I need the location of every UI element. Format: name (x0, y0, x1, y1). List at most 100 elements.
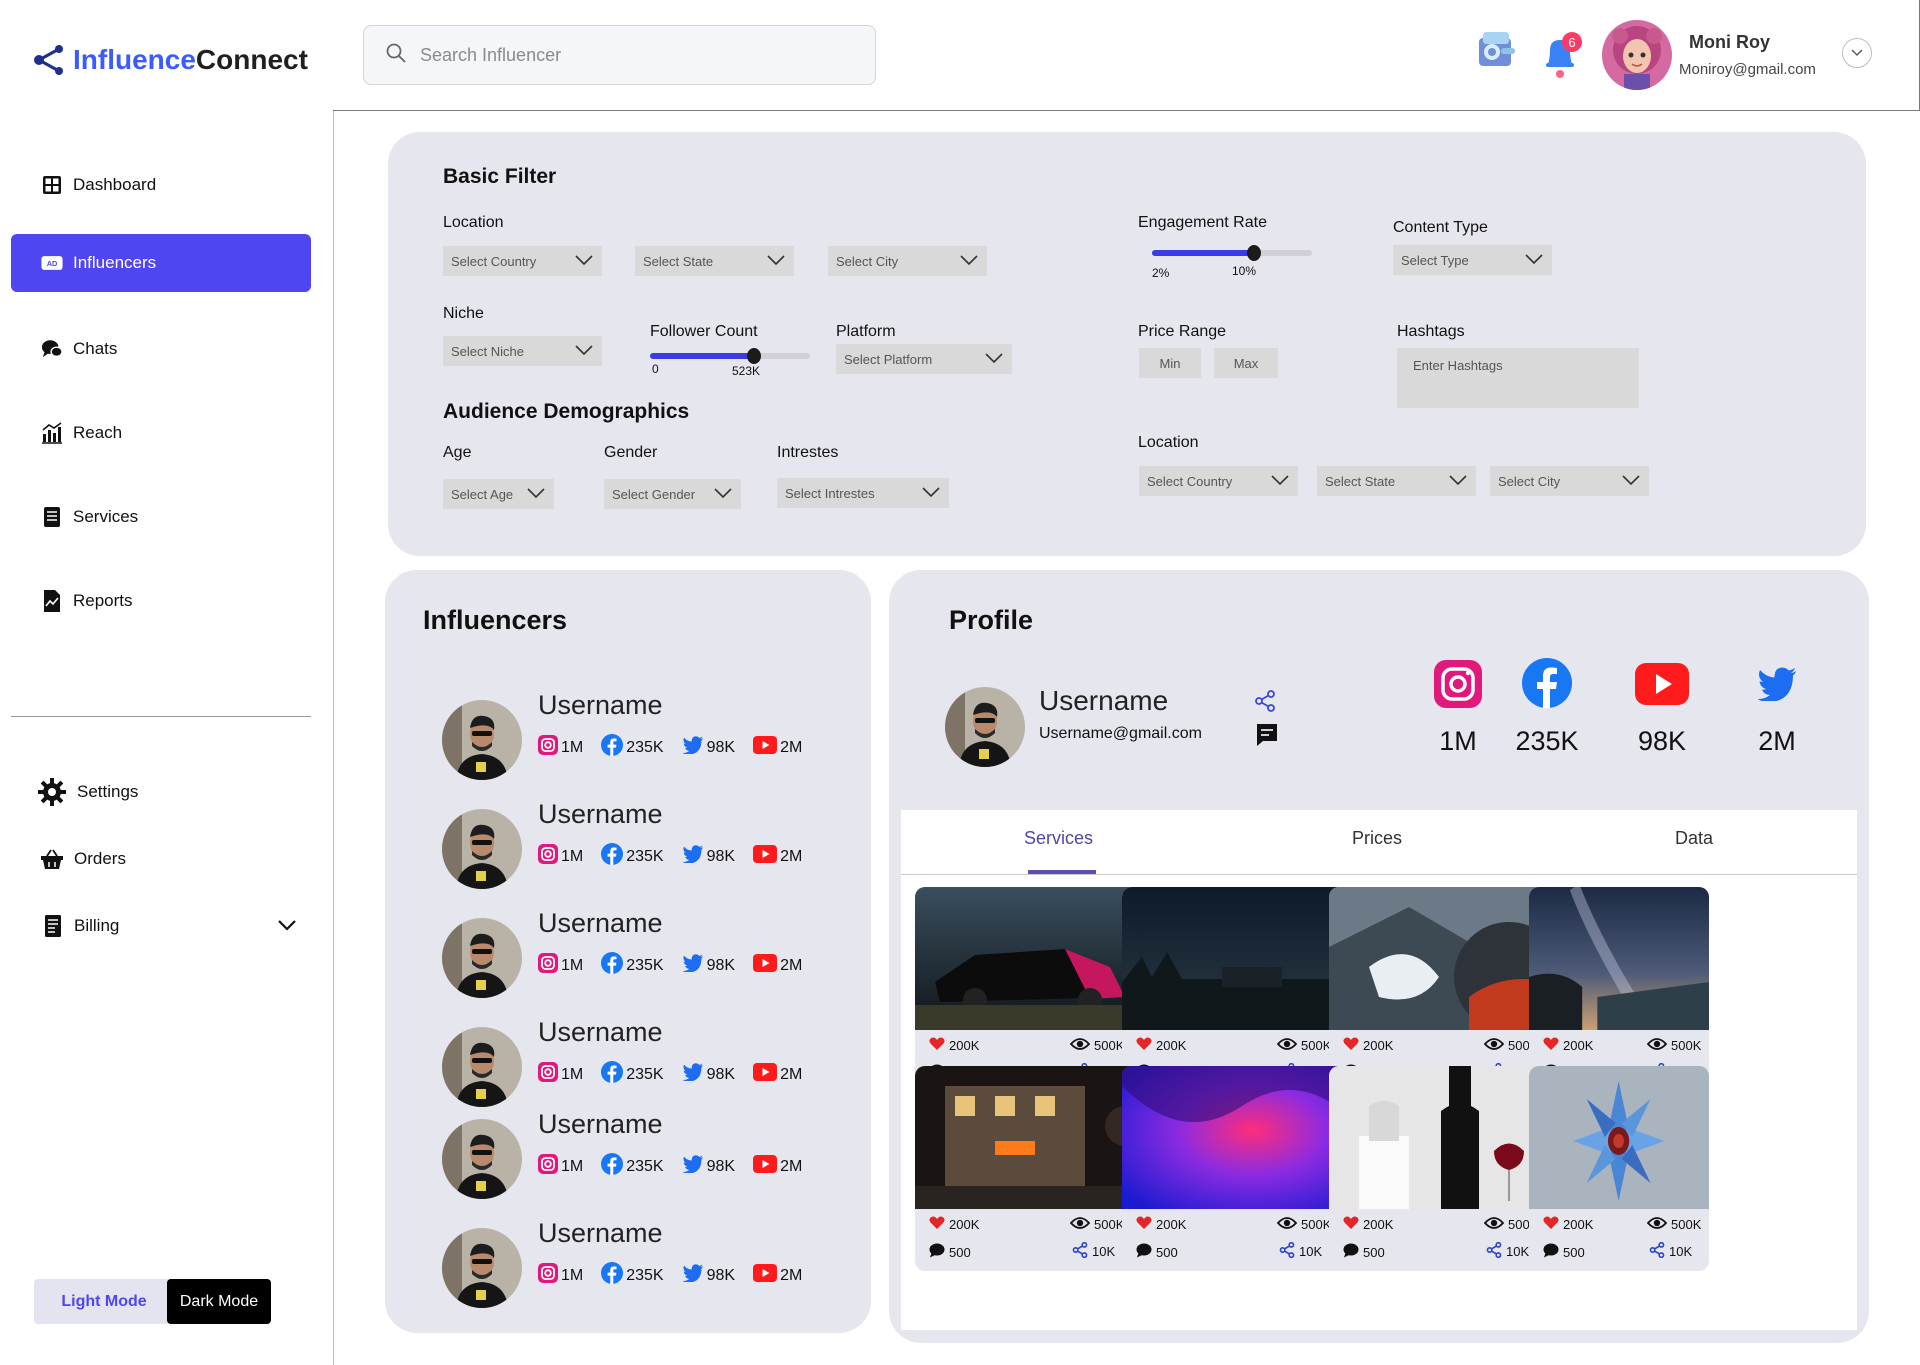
select-value: Select State (1325, 473, 1396, 489)
reach-icon (41, 422, 63, 444)
influencer-row[interactable]: Username 1M 235K 98K 2M (442, 1109, 862, 1199)
sidebar-item-reach[interactable]: Reach (11, 404, 311, 462)
instagram-stat: 1M (538, 1154, 583, 1179)
bell-icon[interactable]: 6 (1540, 32, 1582, 85)
post-card[interactable]: 200K500K50010K (1529, 887, 1709, 1092)
slider-handle[interactable] (1247, 245, 1262, 261)
user-avatar[interactable] (1602, 20, 1672, 90)
gender-select[interactable]: Select Gender (604, 479, 741, 509)
facebook-count: 235K (626, 738, 664, 756)
influencer-row[interactable]: Username 1M 235K 98K 2M (442, 1017, 862, 1107)
app-title-prefix: Influence (73, 44, 196, 75)
instagram-count: 1M (561, 847, 584, 865)
post-card[interactable]: 200K500K50010K (1122, 1066, 1359, 1271)
search-bar[interactable] (363, 25, 876, 85)
sidebar-item-orders[interactable]: Orders (11, 830, 311, 888)
facebook-count: 235K (626, 1065, 664, 1083)
chevron-down-icon (1524, 253, 1544, 268)
sidebar-item-chats[interactable]: Chats (11, 320, 311, 378)
post-card[interactable]: 200K500K50010K (1529, 1066, 1709, 1271)
dark-mode-button[interactable]: Dark Mode (167, 1279, 271, 1324)
share-icon[interactable] (1254, 690, 1276, 717)
likes-stat: 200K (1343, 1037, 1393, 1054)
influencer-stats: 1M 235K 98K 2M (538, 1153, 820, 1180)
post-card[interactable]: 200K500K50010K (1122, 887, 1359, 1092)
comments-count: 500 (949, 1244, 971, 1260)
select-value: Select Niche (451, 343, 524, 359)
sidebar-item-influencers[interactable]: AD Influencers (11, 234, 311, 292)
message-icon[interactable] (1256, 723, 1278, 752)
platform-select[interactable]: Select Platform (836, 344, 1012, 374)
profile-twitter-count: 2M (1758, 726, 1796, 756)
sidebar-item-label: Orders (74, 849, 126, 868)
influencer-row[interactable]: Username 1M 235K 98K 2M (442, 690, 862, 780)
audience-state-select[interactable]: Select State (1317, 466, 1476, 496)
follower-count-slider[interactable] (650, 348, 810, 364)
inbox-icon[interactable] (1473, 28, 1519, 77)
content-type-select[interactable]: Select Type (1393, 245, 1552, 275)
influencer-stats: 1M 235K 98K 2M (538, 1061, 820, 1088)
share-icon (1072, 1241, 1088, 1261)
influencer-row[interactable]: Username 1M 235K 98K 2M (442, 1218, 862, 1308)
price-max-input[interactable]: Max (1214, 348, 1278, 378)
app-logo[interactable]: InfluenceConnect (33, 44, 308, 76)
audience-city-select[interactable]: Select City (1490, 466, 1649, 496)
comment-icon (1543, 1243, 1559, 1261)
search-input[interactable] (420, 44, 840, 66)
heart-icon (929, 1216, 945, 1233)
influencers-title: Influencers (423, 605, 568, 635)
tab-prices[interactable]: Prices (1352, 828, 1402, 849)
influencer-row[interactable]: Username 1M 235K 98K 2M (442, 799, 862, 889)
twitter-count: 98K (706, 1157, 736, 1175)
country-select[interactable]: Select Country (443, 246, 602, 276)
tab-data[interactable]: Data (1675, 828, 1713, 849)
price-min-input[interactable]: Min (1139, 348, 1201, 378)
engagement-rate-slider[interactable] (1152, 245, 1312, 261)
twitter-stat: 98K (682, 1155, 735, 1178)
facebook-icon (601, 843, 624, 870)
twitter-icon[interactable] (1757, 667, 1797, 706)
heart-icon (1136, 1216, 1152, 1233)
post-card[interactable]: 200K500K50010K (915, 1066, 1152, 1271)
platform-label: Platform (836, 323, 896, 340)
twitter-stat: 98K (682, 845, 735, 868)
tab-services[interactable]: Services (1024, 828, 1093, 849)
likes-stat: 200K (1136, 1037, 1186, 1054)
influencer-row[interactable]: Username 1M 235K 98K 2M (442, 908, 862, 998)
engagement-min: 2% (1152, 266, 1170, 280)
user-menu-button[interactable] (1842, 38, 1872, 68)
facebook-stat: 235K (601, 843, 664, 870)
sidebar-item-reports[interactable]: Reports (11, 572, 311, 630)
audience-country-select[interactable]: Select Country (1139, 466, 1298, 496)
sidebar-item-settings[interactable]: Settings (11, 763, 311, 821)
filter-panel: Basic Filter Location Select Country Sel… (388, 132, 1866, 556)
youtube-count: 2M (780, 956, 803, 974)
hashtags-input[interactable]: Enter Hashtags (1397, 348, 1639, 408)
influencers-icon: AD (41, 252, 63, 274)
influencer-avatar (442, 700, 522, 780)
dashboard-icon (41, 174, 63, 196)
likes-count: 200K (1363, 1217, 1394, 1232)
instagram-icon (538, 1062, 558, 1087)
sidebar-item-dashboard[interactable]: Dashboard (11, 156, 311, 214)
likes-count: 200K (1156, 1217, 1187, 1232)
eye-icon (1276, 1216, 1298, 1233)
views-count: 500K (1301, 1038, 1332, 1053)
facebook-stat: 235K (601, 1153, 664, 1180)
facebook-icon[interactable] (1522, 658, 1572, 713)
youtube-icon[interactable] (1635, 663, 1689, 710)
light-mode-button[interactable]: Light Mode (34, 1279, 174, 1324)
state-select[interactable]: Select State (635, 246, 794, 276)
age-select[interactable]: Select Age (443, 479, 554, 509)
city-select[interactable]: Select City (828, 246, 987, 276)
post-card[interactable]: 200K500K50010K (915, 887, 1152, 1092)
instagram-icon[interactable] (1434, 660, 1482, 713)
twitter-stat: 98K (682, 736, 735, 759)
sidebar-item-services[interactable]: Services (11, 488, 311, 546)
influencer-avatar (442, 918, 522, 998)
chevron-down-icon[interactable] (277, 917, 297, 937)
sidebar-item-billing[interactable]: Billing (11, 897, 311, 955)
niche-select[interactable]: Select Niche (443, 336, 602, 366)
slider-handle[interactable] (747, 348, 761, 364)
interests-select[interactable]: Select Intrestes (777, 478, 949, 508)
